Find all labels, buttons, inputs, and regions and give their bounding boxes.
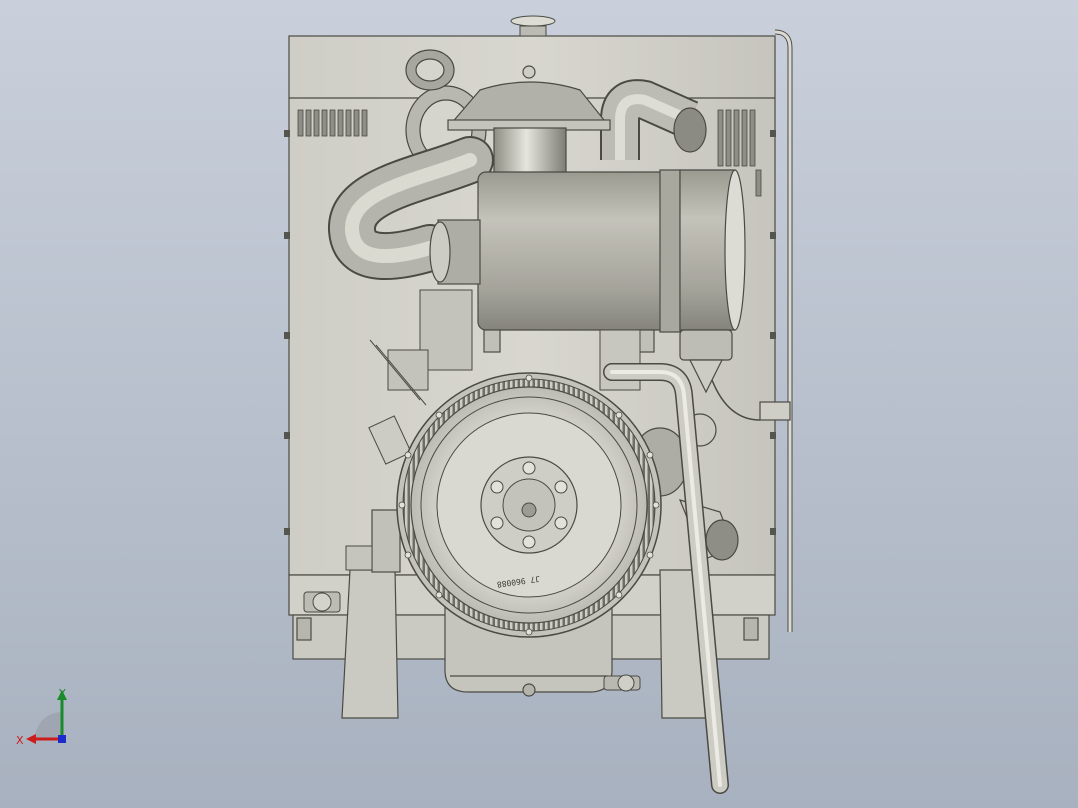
overflow-tube: [774, 29, 793, 632]
axis-y-label: Y: [59, 687, 66, 700]
axis-x-label: X: [16, 734, 24, 747]
bracket-block: [345, 545, 373, 571]
sensor-plug: [759, 401, 791, 421]
drain-valve: [603, 674, 641, 692]
engine-generator-model[interactable]: J7 960088: [0, 0, 1078, 808]
fuel-filter-bottom-left: [303, 591, 341, 613]
axis-triad: X Y: [12, 684, 76, 750]
radiator-cap: [510, 15, 556, 37]
vent-louvers-left: [297, 109, 368, 137]
cad-viewport[interactable]: J7 960088 X Y: [0, 0, 1078, 808]
